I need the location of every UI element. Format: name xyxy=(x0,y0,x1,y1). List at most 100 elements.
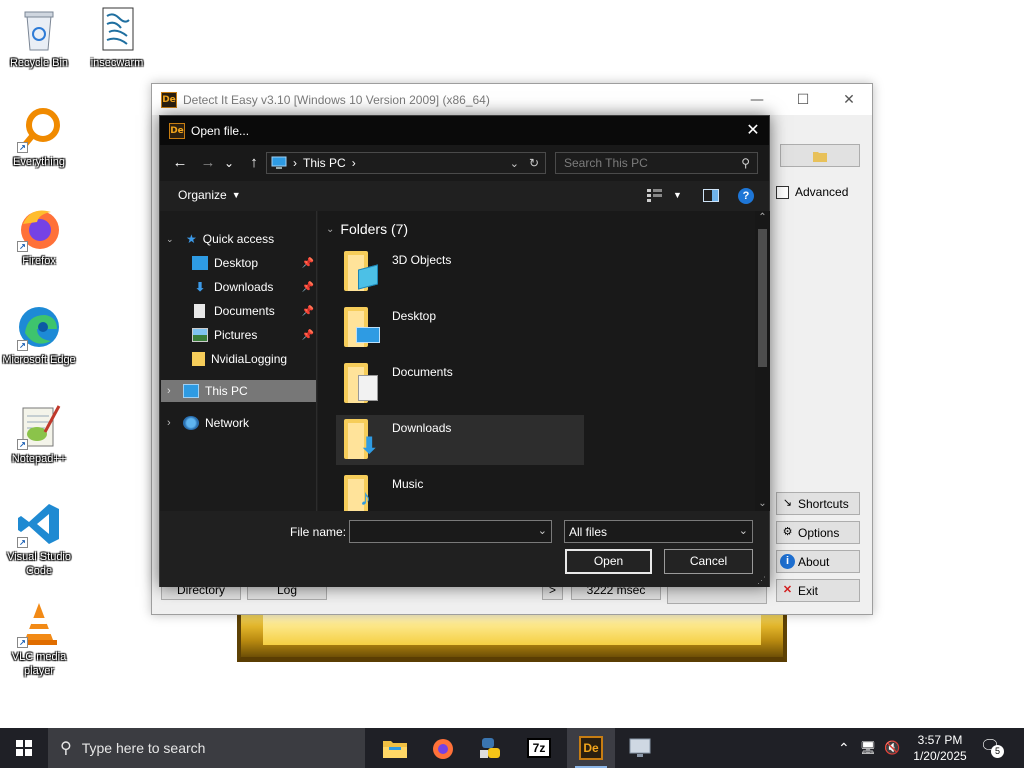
tree-item-quick-access[interactable]: ⌄ ★ Quick access xyxy=(166,228,274,250)
desktop-icon-vlc[interactable]: ↗ VLC media player xyxy=(1,600,77,678)
organize-button[interactable]: Organize ▼ xyxy=(178,188,241,202)
shortcuts-button[interactable]: ↘ Shortcuts xyxy=(776,492,860,515)
folder-item-music[interactable]: ♪ Music xyxy=(336,471,584,511)
file-type-filter[interactable]: All files ⌄ xyxy=(564,520,753,543)
pin-icon[interactable]: 📌 xyxy=(302,330,314,341)
dialog-close-button[interactable]: ✕ xyxy=(737,116,769,145)
change-view-button[interactable]: ▼ xyxy=(647,188,682,202)
scroll-down-arrow[interactable]: ⌄ xyxy=(755,497,770,511)
tree-item-label: Pictures xyxy=(214,328,258,342)
open-folder-button[interactable] xyxy=(780,144,860,167)
folder-name: 3D Objects xyxy=(392,253,452,267)
pin-icon[interactable]: 📌 xyxy=(302,258,314,269)
scroll-thumb[interactable] xyxy=(758,229,767,367)
tree-item-this-pc[interactable]: › This PC xyxy=(161,380,316,402)
search-input[interactable]: Search This PC xyxy=(564,156,648,170)
forward-button[interactable]: → xyxy=(198,153,218,173)
taskbar-remote-desktop[interactable] xyxy=(616,728,664,768)
folder-downloads-icon: ⬇ xyxy=(344,419,380,459)
desktop-icon-edge[interactable]: ↗ Microsoft Edge xyxy=(1,303,77,367)
desktop-icon-recycle-bin[interactable]: Recycle Bin xyxy=(1,6,77,70)
dialog-titlebar[interactable]: De Open file... xyxy=(160,116,769,145)
tree-item-nvidia-logging[interactable]: NvidiaLogging xyxy=(192,348,287,370)
breadcrumb-this-pc[interactable]: This PC xyxy=(303,156,346,170)
exit-button[interactable]: ✕ Exit xyxy=(776,579,860,602)
folder-item-downloads[interactable]: ⬇ Downloads xyxy=(336,415,584,465)
tree-item-pictures[interactable]: Pictures 📌 xyxy=(192,324,314,346)
refresh-icon[interactable]: ↻ xyxy=(529,156,539,170)
vertical-scrollbar[interactable]: ⌃ ⌄ xyxy=(755,211,770,511)
taskbar-7zip[interactable]: 7z xyxy=(515,728,563,768)
folder-item-documents[interactable]: Documents xyxy=(336,359,584,409)
network-status-icon[interactable]: 🖥 xyxy=(860,740,877,756)
7zip-icon: 7z xyxy=(527,738,551,758)
minimize-button[interactable]: — xyxy=(734,85,780,115)
taskbar-firefox[interactable] xyxy=(419,728,467,768)
taskbar-file-explorer[interactable] xyxy=(371,728,419,768)
up-button[interactable]: ↑ xyxy=(244,153,264,173)
taskbar-search-box[interactable]: ⚲ Type here to search xyxy=(48,728,365,768)
tree-item-documents[interactable]: Documents 📌 xyxy=(192,300,314,322)
chevron-down-icon[interactable]: ⌄ xyxy=(538,521,547,542)
pin-icon[interactable]: 📌 xyxy=(302,306,314,317)
preview-pane-button[interactable] xyxy=(703,189,719,205)
edge-icon: ↗ xyxy=(15,303,63,351)
exit-label: Exit xyxy=(798,583,819,598)
open-file-dialog: De Open file... ✕ ← → ⌄ ↑ › This PC › ⌄ … xyxy=(159,115,770,587)
search-icon: ⚲ xyxy=(60,740,72,757)
address-bar[interactable]: › This PC › ⌄ ↻ xyxy=(266,152,546,174)
volume-muted-icon[interactable]: 🔇 xyxy=(884,740,900,756)
notification-center-button[interactable]: 🗨 5 xyxy=(980,736,1008,760)
navigation-pane: ⌄ ★ Quick access Desktop 📌 ⬇ Downloads 📌… xyxy=(160,211,317,511)
preview-pane-icon xyxy=(703,189,719,202)
folder-icon xyxy=(813,152,827,162)
open-button[interactable]: Open xyxy=(565,549,652,574)
about-button[interactable]: i About xyxy=(776,550,860,573)
folder-item-3d-objects[interactable]: 3D Objects xyxy=(336,247,584,297)
search-box[interactable]: Search This PC ⚲ xyxy=(555,152,758,174)
taskbar-search-input[interactable]: Type here to search xyxy=(82,740,206,756)
firefox-icon: ↗ xyxy=(15,204,63,252)
tree-item-network[interactable]: › Network xyxy=(161,412,249,434)
recent-locations-button[interactable]: ⌄ xyxy=(222,153,236,173)
desktop-icon-firefox[interactable]: ↗ Firefox xyxy=(1,204,77,268)
folders-group-header[interactable]: ⌄ Folders (7) xyxy=(326,221,408,237)
advanced-checkbox-row[interactable]: Advanced xyxy=(776,185,848,199)
maximize-button[interactable]: ☐ xyxy=(780,85,826,115)
advanced-checkbox[interactable] xyxy=(776,185,789,199)
address-dropdown-icon[interactable]: ⌄ xyxy=(510,157,519,170)
desktop-icon-insecwarm[interactable]: insecwarm xyxy=(79,6,155,70)
show-hidden-icons-chevron[interactable]: ⌃ xyxy=(838,740,850,757)
scroll-up-arrow[interactable]: ⌃ xyxy=(755,211,770,225)
chevron-down-icon: ▼ xyxy=(673,190,682,200)
tree-item-downloads[interactable]: ⬇ Downloads 📌 xyxy=(192,276,314,298)
back-button[interactable]: ← xyxy=(170,153,190,173)
this-pc-icon xyxy=(183,384,199,398)
desktop-icon-label: Firefox xyxy=(22,255,56,267)
cancel-button[interactable]: Cancel xyxy=(664,549,753,574)
taskbar-clock[interactable]: 3:57 PM 1/20/2025 xyxy=(905,732,975,764)
options-button[interactable]: ⚙ Options xyxy=(776,521,860,544)
file-name-input[interactable]: ⌄ xyxy=(349,520,552,543)
die-app-icon: De xyxy=(161,91,177,108)
breadcrumb-separator[interactable]: › xyxy=(352,156,356,170)
die-app-icon: De xyxy=(579,736,603,760)
shortcut-arrow-icon: ↗ xyxy=(17,537,28,548)
die-titlebar[interactable]: De Detect It Easy v3.10 [Windows 10 Vers… xyxy=(152,84,872,115)
start-button[interactable] xyxy=(0,728,48,768)
resize-grip-icon[interactable]: ⋰ xyxy=(757,575,766,586)
folder-name: Downloads xyxy=(392,421,452,435)
close-button[interactable]: ✕ xyxy=(826,85,872,115)
desktop-icon-everything[interactable]: ↗ Everything xyxy=(1,105,77,169)
folder-documents-icon xyxy=(344,363,380,403)
desktop-icon-vscode[interactable]: ↗ Visual Studio Code xyxy=(1,500,77,578)
help-button[interactable]: ? xyxy=(738,188,754,204)
tree-item-desktop[interactable]: Desktop 📌 xyxy=(192,252,314,274)
taskbar-detect-it-easy[interactable]: De xyxy=(567,728,615,768)
taskbar-python[interactable] xyxy=(467,728,515,768)
pin-icon[interactable]: 📌 xyxy=(302,282,314,293)
taskbar: ⚲ Type here to search 7z De ⌃ 🖥 🔇 3:57 P… xyxy=(0,728,1024,768)
desktop-icon-notepadpp[interactable]: ↗ Notepad++ xyxy=(1,402,77,466)
folder-item-desktop[interactable]: Desktop xyxy=(336,303,584,353)
file-list-pane: ⌄ Folders (7) 3D Objects Desktop Documen… xyxy=(318,211,755,511)
